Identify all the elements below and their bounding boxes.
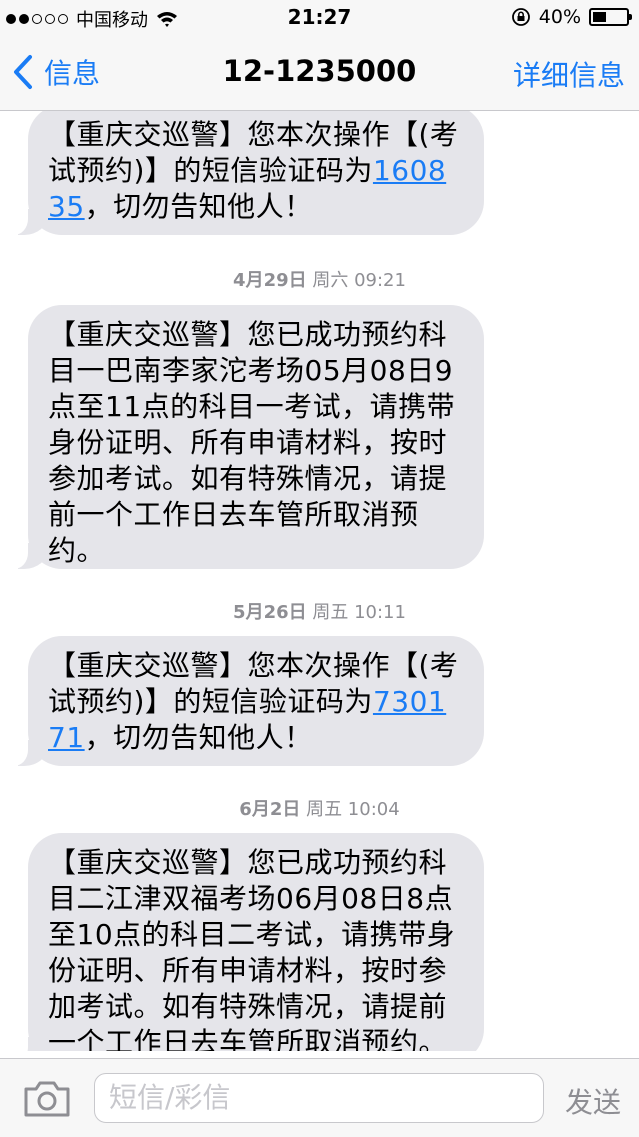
message-bubble[interactable]: 【重庆交巡警】您本次操作【(考试预约)】的短信验证码为730171，切勿告知他人… — [8, 636, 484, 766]
message-text: 【重庆交巡警】您已成功预约科目一巴南李家沱考场05月08日9点至11点的科目一考… — [48, 318, 456, 567]
navigation-bar: 信息 12-1235000 详细信息 — [0, 38, 639, 111]
battery-fill — [593, 12, 606, 22]
message-text: ，切勿告知他人！ — [84, 721, 313, 754]
message-text: ，切勿告知他人！ — [84, 190, 313, 223]
message-timestamp: 5月26日 周五 10:11 — [0, 598, 639, 624]
message-bubble[interactable]: 【重庆交巡警】您已成功预约科目一巴南李家沱考场05月08日9点至11点的科目一考… — [8, 305, 484, 569]
timestamp-time: 周五 10:04 — [300, 799, 400, 820]
timestamp-time: 周六 09:21 — [306, 270, 406, 291]
details-button[interactable]: 详细信息 — [513, 54, 625, 94]
timestamp-time: 周五 10:11 — [306, 602, 406, 623]
message-timestamp: 4月29日 周六 09:21 — [0, 266, 639, 292]
timestamp-date: 4月29日 — [233, 270, 307, 291]
timestamp-date: 5月26日 — [233, 602, 307, 623]
send-button[interactable]: 发送 — [565, 1081, 621, 1121]
status-right: 40% — [511, 6, 632, 28]
message-timestamp: 6月2日 周五 10:04 — [0, 795, 639, 821]
message-bubble[interactable]: 【重庆交巡警】您本次操作【(考试预约)】的短信验证码为160835，切勿告知他人… — [8, 111, 484, 235]
compose-bar: 短信/彩信 发送 — [0, 1058, 639, 1137]
camera-icon[interactable] — [22, 1079, 72, 1119]
battery-icon — [589, 8, 632, 26]
message-bubble[interactable]: 【重庆交巡警】您已成功预约科目二江津双福考场06月08日8点至10点的科目二考试… — [8, 833, 484, 1051]
message-input[interactable]: 短信/彩信 — [94, 1073, 544, 1123]
rotation-lock-icon — [511, 8, 530, 26]
timestamp-date: 6月2日 — [239, 799, 301, 820]
message-list[interactable]: 【重庆交巡警】您本次操作【(考试预约)】的短信验证码为160835，切勿告知他人… — [0, 111, 639, 1051]
message-text: 【重庆交巡警】您已成功预约科目二江津双福考场06月08日8点至10点的科目二考试… — [48, 846, 456, 1051]
status-bar: 中国移动 21:27 40% — [0, 0, 639, 38]
battery-percent: 40% — [538, 6, 581, 28]
